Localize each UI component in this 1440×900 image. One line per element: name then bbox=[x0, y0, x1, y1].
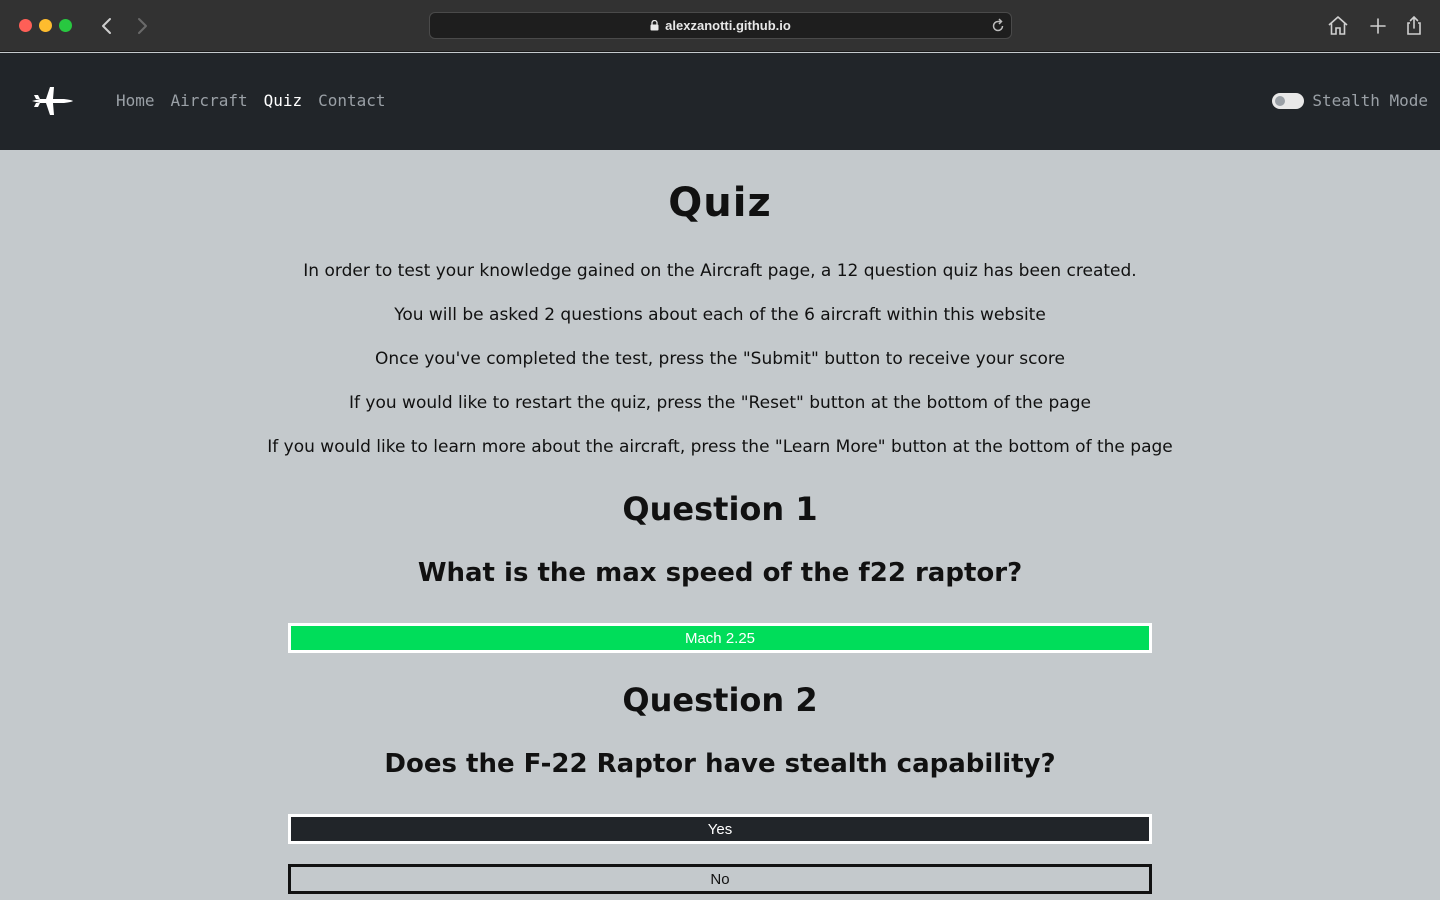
intro-line: You will be asked 2 questions about each… bbox=[394, 305, 1046, 325]
question-1-text: What is the max speed of the f22 raptor? bbox=[417, 558, 1023, 588]
stealth-mode-switch[interactable]: Stealth Mode bbox=[1272, 91, 1428, 110]
address-bar[interactable]: alexzanotti.github.io bbox=[429, 12, 1012, 39]
browser-toolbar: alexzanotti.github.io bbox=[0, 0, 1440, 52]
site-navbar: Home Aircraft Quiz Contact Stealth Mode bbox=[0, 53, 1440, 150]
minimize-window-button[interactable] bbox=[39, 19, 52, 32]
answer-button-no[interactable]: No bbox=[288, 864, 1152, 894]
close-window-button[interactable] bbox=[19, 19, 32, 32]
lock-icon bbox=[650, 19, 659, 34]
jet-logo-icon[interactable] bbox=[30, 83, 74, 119]
question-2-heading: Question 2 bbox=[622, 681, 818, 719]
question-1-heading: Question 1 bbox=[622, 490, 818, 528]
zoom-window-button[interactable] bbox=[59, 19, 72, 32]
nav-aircraft[interactable]: Aircraft bbox=[171, 91, 248, 110]
intro-line: In order to test your knowledge gained o… bbox=[303, 261, 1137, 281]
main-nav: Home Aircraft Quiz Contact bbox=[116, 91, 386, 110]
nav-home[interactable]: Home bbox=[116, 91, 155, 110]
page-title: Quiz bbox=[668, 180, 772, 226]
stealth-toggle[interactable] bbox=[1272, 92, 1305, 109]
answer-button-yes[interactable]: Yes bbox=[288, 814, 1152, 844]
reload-icon[interactable] bbox=[991, 18, 1005, 38]
share-icon[interactable] bbox=[1402, 14, 1426, 38]
answer-button-mach-2-25[interactable]: Mach 2.25 bbox=[288, 623, 1152, 653]
intro-line: If you would like to restart the quiz, p… bbox=[349, 393, 1091, 413]
intro-line: Once you've completed the test, press th… bbox=[375, 349, 1065, 369]
new-tab-icon[interactable] bbox=[1366, 14, 1390, 38]
toggle-knob bbox=[1275, 95, 1286, 106]
back-arrow-icon[interactable] bbox=[96, 14, 118, 38]
intro-line: If you would like to learn more about th… bbox=[267, 437, 1173, 457]
url-text: alexzanotti.github.io bbox=[665, 18, 791, 33]
nav-quiz[interactable]: Quiz bbox=[264, 91, 303, 110]
question-2-text: Does the F-22 Raptor have stealth capabi… bbox=[384, 749, 1056, 779]
home-icon[interactable] bbox=[1326, 14, 1350, 38]
nav-contact[interactable]: Contact bbox=[318, 91, 385, 110]
forward-arrow-icon[interactable] bbox=[131, 14, 153, 38]
stealth-mode-label: Stealth Mode bbox=[1312, 91, 1428, 110]
